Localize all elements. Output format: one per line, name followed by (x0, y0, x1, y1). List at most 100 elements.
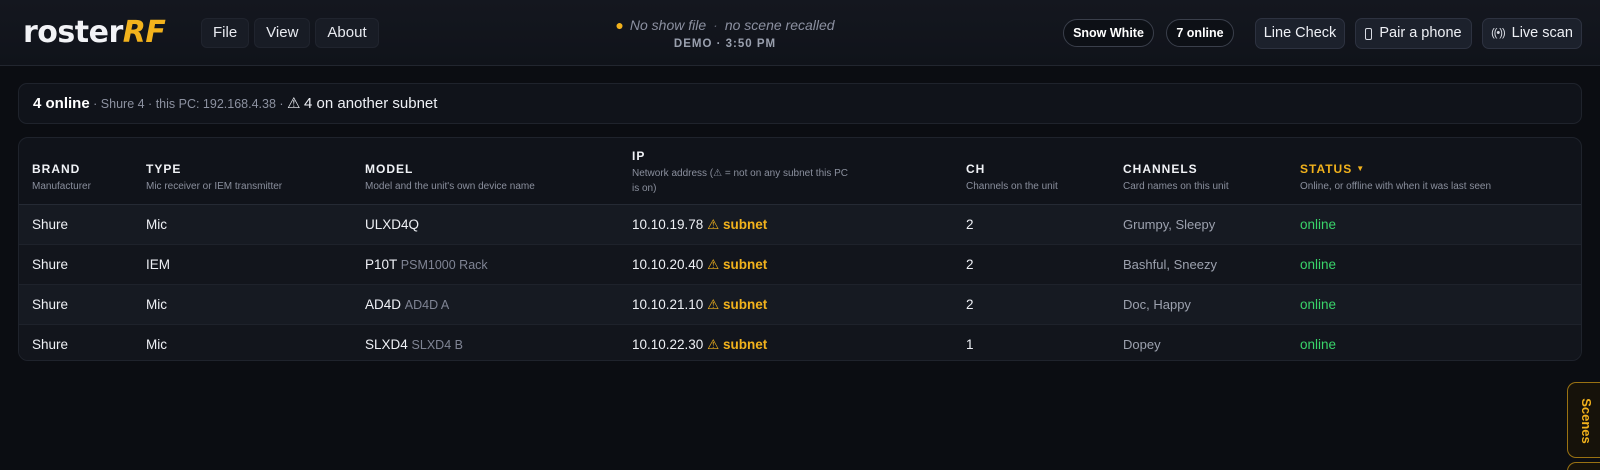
column-title: CHANNELS (1123, 162, 1198, 176)
table-row[interactable]: Shure Mic ULXD4Q 10.10.19.78 ⚠ subnet 2 … (19, 205, 1581, 245)
summary-subnet-warning: 4 on another subnet (303, 95, 438, 112)
cell-ip: 10.10.20.40 ⚠ subnet (632, 245, 767, 284)
column-title: BRAND (32, 162, 81, 176)
device-name: PSM1000 Rack (400, 258, 488, 272)
cell-model: AD4D AD4D A (365, 285, 449, 325)
column-title: TYPE (146, 162, 182, 176)
device-name: SLXD4 B (411, 338, 463, 352)
cell-status: online (1300, 337, 1337, 352)
menu-bar: File View About (201, 18, 379, 48)
warning-icon: ⚠ (707, 257, 720, 272)
cell-channels: Bashful, Sneezy (1123, 257, 1217, 272)
cell-ip: 10.10.21.10 ⚠ subnet (632, 285, 767, 324)
broadcast-icon: ((•)) (1491, 27, 1505, 39)
warning-icon: ⚠ (707, 337, 720, 352)
cell-ch: 2 (966, 297, 974, 312)
cell-channels: Doc, Happy (1123, 297, 1191, 312)
online-count-pill[interactable]: 7 online (1166, 19, 1234, 47)
model-name: SLXD4 (365, 337, 408, 352)
cell-channels: Dopey (1123, 337, 1161, 352)
column-header-status[interactable]: STATUS ▼ Online, or offline with when it … (1300, 161, 1491, 194)
column-subtitle: Model and the unit's own device name (365, 181, 535, 192)
line-check-button[interactable]: Line Check (1255, 18, 1345, 49)
table-row[interactable]: Shure Mic SLXD4 SLXD4 B 10.10.22.30 ⚠ su… (19, 325, 1581, 360)
live-scan-label: Live scan (1511, 25, 1573, 41)
cell-status: online (1300, 217, 1337, 232)
scenes-side-tab[interactable]: Scenes (1567, 382, 1600, 458)
logo-text-roster: roster (23, 15, 123, 50)
summary-bar: 4 online · Shure 4 · this PC: 192.168.4.… (18, 83, 1582, 124)
show-file-label: No show file (629, 17, 707, 33)
scenes-tab-label: Scenes (1579, 398, 1594, 444)
cell-brand: Shure (32, 297, 69, 312)
cell-brand: Shure (32, 337, 69, 352)
table-row[interactable]: Shure Mic AD4D AD4D A 10.10.21.10 ⚠ subn… (19, 285, 1581, 325)
cell-status: online (1300, 257, 1337, 272)
model-name: ULXD4Q (365, 217, 420, 232)
menu-view[interactable]: View (254, 18, 311, 48)
column-title: STATUS ▼ (1300, 161, 1491, 177)
column-title: CH (966, 162, 986, 176)
summary-detail: · Shure 4 · this PC: 192.168.4.38 · (93, 97, 284, 111)
menu-file[interactable]: File (201, 18, 250, 48)
phone-icon (1365, 27, 1373, 40)
column-subtitle: Network address (⚠ = not on any subnet t… (632, 168, 849, 194)
demo-time-label: DEMO · 3:50 PM (673, 38, 777, 50)
live-scan-button[interactable]: ((•)) Live scan (1482, 18, 1582, 49)
ip-address: 10.10.21.10 (632, 297, 704, 312)
column-header-model[interactable]: MODEL Model and the unit's own device na… (365, 161, 535, 194)
cell-status: online (1300, 297, 1337, 312)
sort-desc-icon: ▼ (1356, 164, 1366, 173)
top-bar: rosterRF File View About ● No show file · n… (0, 0, 1600, 66)
cell-ch: 1 (966, 337, 974, 352)
column-header-brand[interactable]: BRAND Manufacturer (32, 161, 91, 194)
summary-online-count: 4 online (33, 95, 90, 112)
warning-icon: ⚠ (707, 297, 720, 312)
column-header-ch[interactable]: CH Channels on the unit (966, 161, 1058, 194)
pair-phone-button[interactable]: Pair a phone (1355, 18, 1472, 49)
cell-ip: 10.10.22.30 ⚠ subnet (632, 325, 768, 360)
column-title: MODEL (365, 162, 414, 176)
subnet-flag: subnet (722, 337, 768, 352)
column-title: IP (632, 149, 646, 163)
table-row[interactable]: Shure IEM P10T PSM1000 Rack 10.10.20.40 … (19, 245, 1581, 285)
column-subtitle: Channels on the unit (966, 181, 1058, 192)
cell-ch: 2 (966, 217, 974, 232)
secondary-side-tab[interactable] (1567, 462, 1600, 470)
cell-type: Mic (146, 337, 167, 352)
device-table: BRAND Manufacturer TYPE Mic receiver or … (18, 137, 1582, 361)
cell-type: Mic (146, 217, 167, 232)
cell-model: P10T PSM1000 Rack (365, 245, 488, 285)
subnet-flag: subnet (722, 297, 768, 312)
pair-phone-label: Pair a phone (1379, 25, 1462, 41)
cell-type: IEM (146, 257, 171, 272)
cell-channels: Grumpy, Sleepy (1123, 217, 1216, 232)
scene-status-label: no scene recalled (724, 17, 835, 33)
cell-ip: 10.10.19.78 ⚠ subnet (632, 205, 767, 244)
warning-icon: ⚠ (287, 95, 301, 112)
menu-about[interactable]: About (315, 18, 379, 48)
subnet-flag: subnet (722, 217, 768, 232)
ip-address: 10.10.22.30 (632, 337, 704, 352)
status-title-text: STATUS (1300, 162, 1353, 176)
user-pill[interactable]: Snow White (1063, 19, 1154, 47)
cell-model: SLXD4 SLXD4 B (365, 325, 463, 360)
status-dot-icon: ● (615, 17, 624, 33)
column-subtitle: Mic receiver or IEM transmitter (146, 181, 283, 192)
column-header-ip[interactable]: IP Network address (⚠ = not on any subne… (632, 148, 857, 196)
cell-model: ULXD4Q (365, 205, 419, 245)
column-subtitle: Card names on this unit (1123, 181, 1229, 192)
logo-text-rf: RF (122, 15, 166, 50)
cell-brand: Shure (32, 257, 69, 272)
warning-icon: ⚠ (707, 217, 720, 232)
model-name: P10T (365, 257, 398, 272)
device-name: AD4D A (404, 298, 450, 312)
app-logo[interactable]: rosterRF (23, 13, 166, 53)
cell-brand: Shure (32, 217, 69, 232)
model-name: AD4D (365, 297, 402, 312)
line-check-label: Line Check (1263, 25, 1337, 41)
column-header-type[interactable]: TYPE Mic receiver or IEM transmitter (146, 161, 282, 194)
ip-address: 10.10.19.78 (632, 217, 704, 232)
column-subtitle: Manufacturer (32, 181, 91, 192)
column-header-channels[interactable]: CHANNELS Card names on this unit (1123, 161, 1229, 194)
